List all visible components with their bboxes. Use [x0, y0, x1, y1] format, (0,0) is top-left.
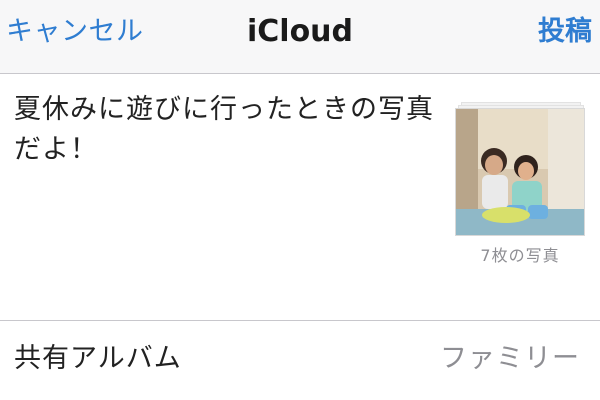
post-button[interactable]: 投稿 [538, 14, 592, 50]
photo-thumbnail-image [456, 109, 584, 235]
shared-album-value: ファミリー [440, 343, 580, 374]
photo-count-label: 7枚の写真 [480, 246, 560, 265]
navbar-title: iCloud [246, 14, 354, 49]
message-text-field[interactable]: 夏休みに遊びに行ったときの写真だよ！ [14, 90, 442, 170]
icloud-share-sheet: キャンセル iCloud 投稿 夏休みに遊びに行ったときの写真だよ！ 7枚の写真… [0, 0, 600, 400]
shared-album-row[interactable]: 共有アルバム ファミリー [0, 321, 600, 400]
compose-area: 夏休みに遊びに行ったときの写真だよ！ 7枚の写真 [0, 74, 600, 320]
shared-album-label: 共有アルバム [14, 343, 182, 374]
photo-stack[interactable] [455, 102, 585, 236]
photo-thumbnail[interactable] [455, 108, 585, 236]
navigation-bar: キャンセル iCloud 投稿 [0, 0, 600, 74]
